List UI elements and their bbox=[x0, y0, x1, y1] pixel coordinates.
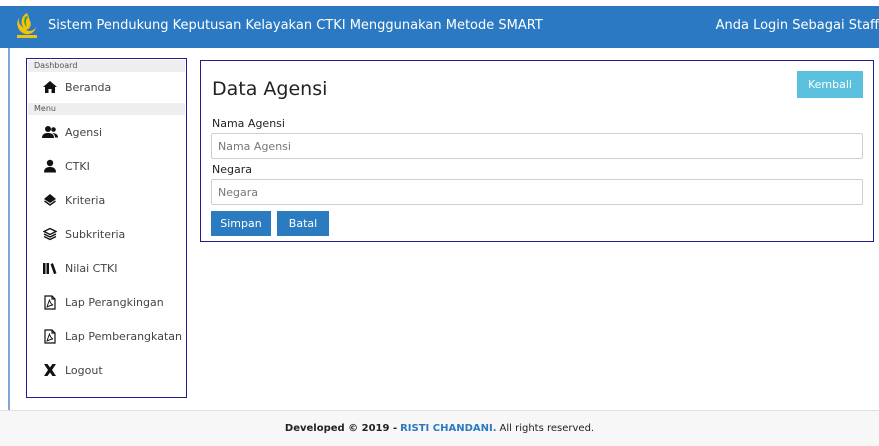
kembali-button[interactable]: Kembali bbox=[797, 71, 863, 98]
footer-author-link[interactable]: RISTI CHANDANI. bbox=[400, 423, 496, 434]
footer-developed: Developed © 2019 - bbox=[284, 423, 398, 434]
left-divider bbox=[8, 48, 10, 428]
home-icon bbox=[41, 79, 59, 95]
sidebar-item-label: Kriteria bbox=[65, 193, 106, 207]
user-icon bbox=[41, 158, 59, 174]
app-title: Sistem Pendukung Keputusan Kelayakan CTK… bbox=[48, 18, 543, 33]
sidebar-item-logout[interactable]: Logout bbox=[27, 353, 186, 387]
sidebar: Dashboard Beranda Menu Agensi CTKI Krite… bbox=[26, 58, 187, 398]
library-icon bbox=[41, 260, 59, 276]
login-status[interactable]: Anda Login Sebagai Staff bbox=[716, 18, 879, 33]
users-icon bbox=[41, 124, 59, 140]
simpan-button[interactable]: Simpan bbox=[211, 211, 271, 236]
diamond-icon bbox=[41, 192, 59, 208]
sidebar-item-label: CTKI bbox=[65, 159, 90, 173]
nama-agensi-input[interactable]: Nama Agensi bbox=[211, 133, 863, 159]
page-title: Data Agensi bbox=[212, 78, 328, 100]
sidebar-item-subkriteria[interactable]: Subkriteria bbox=[27, 217, 186, 251]
batal-button[interactable]: Batal bbox=[277, 211, 329, 236]
sidebar-item-label: Subkriteria bbox=[65, 227, 126, 241]
sidebar-item-nilai-ctki[interactable]: Nilai CTKI bbox=[27, 251, 186, 285]
sidebar-item-kriteria[interactable]: Kriteria bbox=[27, 183, 186, 217]
sidebar-section-dashboard: Dashboard bbox=[28, 60, 185, 72]
data-agensi-panel: Data Agensi Kembali Nama Agensi Nama Age… bbox=[200, 60, 874, 242]
sidebar-item-agensi[interactable]: Agensi bbox=[27, 115, 186, 149]
pdf-file-icon bbox=[41, 294, 59, 310]
sidebar-item-lap-pemberangkatan[interactable]: Lap Pemberangkatan bbox=[27, 319, 186, 353]
sidebar-item-label: Nilai CTKI bbox=[65, 261, 118, 275]
sidebar-item-lap-perangkingan[interactable]: Lap Perangkingan bbox=[27, 285, 186, 319]
app-logo bbox=[14, 10, 40, 40]
sidebar-item-label: Lap Perangkingan bbox=[65, 295, 164, 309]
sidebar-section-menu: Menu bbox=[28, 103, 185, 115]
sidebar-item-label: Agensi bbox=[65, 125, 103, 139]
sidebar-item-ctki[interactable]: CTKI bbox=[27, 149, 186, 183]
sidebar-item-label: Beranda bbox=[65, 80, 112, 94]
sidebar-item-beranda[interactable]: Beranda bbox=[27, 72, 186, 102]
sidebar-item-label: Lap Pemberangkatan bbox=[65, 329, 182, 343]
negara-input[interactable]: Negara bbox=[211, 179, 863, 205]
layers-icon bbox=[41, 226, 59, 242]
pdf-file-icon bbox=[41, 328, 59, 344]
footer: Developed © 2019 - RISTI CHANDANI. All r… bbox=[0, 410, 879, 446]
sidebar-item-label: Logout bbox=[65, 363, 103, 377]
negara-label: Negara bbox=[212, 163, 252, 176]
close-icon bbox=[41, 362, 59, 378]
nama-agensi-label: Nama Agensi bbox=[212, 117, 285, 130]
footer-rights: All rights reserved. bbox=[499, 423, 595, 434]
top-navbar: Sistem Pendukung Keputusan Kelayakan CTK… bbox=[0, 6, 879, 48]
